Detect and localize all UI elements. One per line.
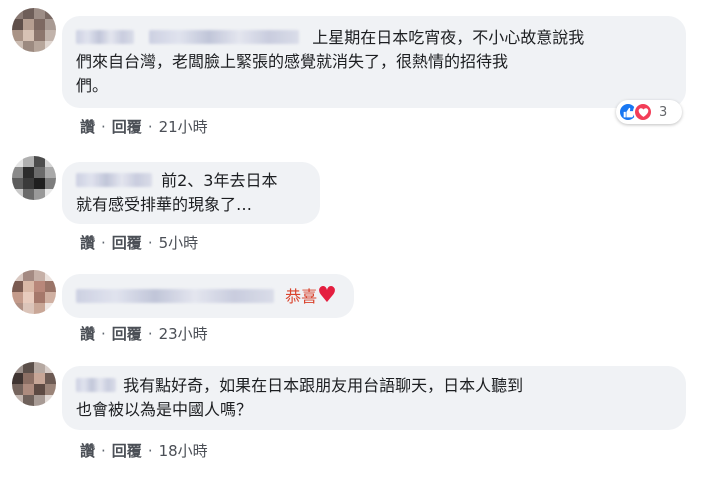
comment-text: 就有感受排華的現象了… — [76, 195, 253, 214]
like-button[interactable]: 讚 — [80, 234, 95, 252]
like-button[interactable]: 讚 — [80, 442, 95, 460]
reaction-count: 3 — [659, 104, 668, 120]
commenter-name[interactable] — [76, 173, 152, 187]
comment-text: 們。 — [76, 76, 109, 95]
comment-bubble: 我有點好奇，如果在日本跟朋友用台語聊天，日本人聽到 也會被以為是中國人嗎？ — [62, 366, 686, 430]
separator: · — [147, 442, 153, 460]
like-button[interactable]: 讚 — [80, 325, 95, 343]
like-button[interactable]: 讚 — [80, 118, 95, 136]
commenter-name[interactable] — [149, 30, 300, 44]
timestamp[interactable]: 18小時 — [159, 442, 208, 460]
avatar[interactable] — [12, 156, 56, 200]
timestamp[interactable]: 5小時 — [159, 234, 199, 252]
heart-emoji: ♥ — [317, 283, 337, 308]
reply-button[interactable]: 回覆 — [112, 325, 142, 343]
comment-text: 也會被以為是中國人嗎？ — [76, 400, 253, 419]
comment-text: 們來自台灣，老闆臉上緊張的感覺就消失了，很熱情的招待我 — [76, 52, 509, 71]
reply-button[interactable]: 回覆 — [112, 118, 142, 136]
comment-text: 恭喜 — [285, 287, 318, 306]
avatar[interactable] — [12, 270, 56, 314]
reply-button[interactable]: 回覆 — [112, 234, 142, 252]
comment-bubble: 前2、3年去日本 就有感受排華的現象了… — [62, 162, 320, 224]
separator: · — [101, 118, 106, 136]
avatar[interactable] — [12, 8, 56, 52]
comment-actions: 讚 · 回覆 · 18小時 — [80, 440, 208, 461]
avatar[interactable] — [12, 362, 56, 406]
comment-text: 上星期在日本吃宵夜，不小心故意說我 — [312, 28, 585, 47]
separator: · — [147, 325, 153, 343]
commenter-name[interactable] — [76, 378, 116, 392]
comment-actions: 讚 · 回覆 · 5小時 — [80, 232, 198, 253]
comment-actions: 讚 · 回覆 · 23小時 — [80, 323, 208, 344]
separator: · — [147, 234, 153, 252]
separator: · — [101, 234, 106, 252]
reaction-summary[interactable]: 3 — [616, 100, 682, 124]
reply-button[interactable]: 回覆 — [112, 442, 142, 460]
comment-text: 我有點好奇，如果在日本跟朋友用台語聊天，日本人聽到 — [123, 376, 524, 395]
comment-bubble: 恭喜♥ — [62, 274, 354, 318]
commenter-name[interactable] — [76, 289, 274, 303]
timestamp[interactable]: 23小時 — [159, 325, 208, 343]
separator: · — [101, 325, 106, 343]
separator: · — [101, 442, 106, 460]
comment-text: 前2、3年去日本 — [161, 171, 278, 190]
comment-actions: 讚 · 回覆 · 21小時 — [80, 116, 208, 137]
timestamp[interactable]: 21小時 — [159, 118, 208, 136]
separator: · — [147, 118, 153, 136]
love-icon — [633, 102, 653, 122]
comment-bubble: 上星期在日本吃宵夜，不小心故意說我 們來自台灣，老闆臉上緊張的感覺就消失了，很熱… — [62, 16, 686, 108]
commenter-name[interactable] — [76, 30, 134, 44]
